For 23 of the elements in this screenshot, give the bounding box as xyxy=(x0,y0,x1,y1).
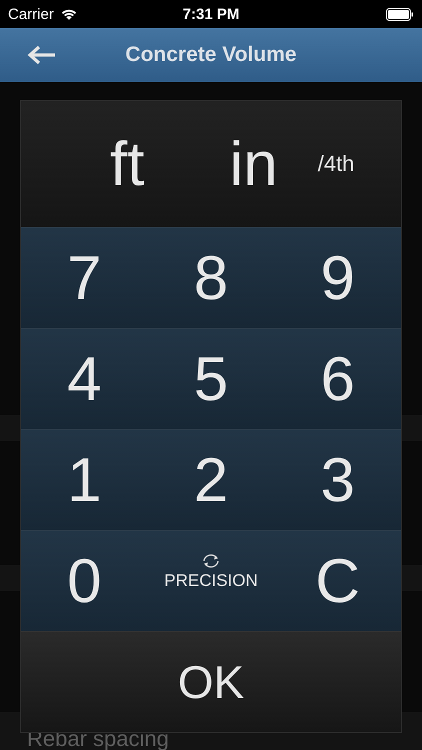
precision-button[interactable]: PRECISION xyxy=(148,531,274,631)
back-arrow-icon[interactable] xyxy=(27,45,57,65)
wifi-icon xyxy=(60,8,78,20)
keypad-key[interactable]: 5 xyxy=(148,329,274,429)
keypad-key[interactable]: C xyxy=(274,531,402,631)
keypad-key[interactable]: 9 xyxy=(274,228,402,328)
keypad-key[interactable]: 2 xyxy=(148,430,274,530)
keypad-key[interactable]: 0 xyxy=(21,531,148,631)
status-time: 7:31 PM xyxy=(182,6,240,22)
keypad-key[interactable]: 4 xyxy=(21,329,148,429)
keypad-key[interactable]: 3 xyxy=(274,430,402,530)
unit-label: ft xyxy=(110,128,144,200)
keypad-key[interactable]: 7 xyxy=(21,228,148,328)
keypad-key[interactable]: 1 xyxy=(21,430,148,530)
unit-label: in xyxy=(229,128,278,200)
battery-icon xyxy=(386,8,414,20)
keypad-key[interactable]: 8 xyxy=(148,228,274,328)
keypad-key[interactable]: 6 xyxy=(274,329,402,429)
carrier-name: Carrier xyxy=(8,6,54,22)
screen-title: Concrete Volume xyxy=(125,43,297,67)
ok-button[interactable]: OK xyxy=(21,631,401,732)
refresh-icon xyxy=(201,553,221,569)
fraction-label: /4th xyxy=(318,151,354,177)
